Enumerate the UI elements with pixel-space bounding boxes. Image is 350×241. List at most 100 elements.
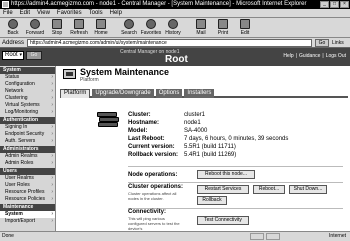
sidebar-section-authentication[interactable]: Authentication bbox=[0, 117, 55, 124]
app-header: Root Go Central Manager on node1 Root He… bbox=[0, 48, 350, 66]
sidebar-item-auth-servers[interactable]: Auth. Servers bbox=[0, 138, 55, 145]
restart-services-button[interactable]: Restart Services bbox=[197, 185, 249, 194]
info-label: Hostname: bbox=[128, 120, 160, 126]
reboot-node-button[interactable]: Reboot this node... bbox=[197, 170, 255, 179]
back-button[interactable]: Back bbox=[2, 18, 24, 38]
main-content: System Maintenance Platform Platform Upg… bbox=[57, 66, 350, 231]
forward-label: Forward bbox=[25, 30, 45, 36]
address-input[interactable]: https://admin4.acmegizmo.com/admin/ui/sy… bbox=[27, 38, 313, 47]
shut-down-button[interactable]: Shut Down... bbox=[289, 185, 327, 194]
sidebar-item-endpoint-security[interactable]: Endpoint Security bbox=[0, 131, 55, 138]
sidebar-section-system[interactable]: System bbox=[0, 67, 55, 74]
tab-platform[interactable]: Platform bbox=[60, 89, 91, 98]
favorites-label: Favorites bbox=[140, 30, 162, 36]
tab-installers[interactable]: Installers bbox=[184, 89, 215, 98]
node-operations-label: Node operations: bbox=[128, 172, 178, 178]
address-go-button[interactable]: Go bbox=[315, 38, 330, 47]
header-title: Root bbox=[165, 54, 188, 65]
guidance-link[interactable]: Guidance bbox=[299, 53, 320, 59]
menu-view[interactable]: View bbox=[37, 9, 50, 17]
sidebar-item-clustering[interactable]: Clustering bbox=[0, 95, 55, 102]
sidebar-item-user-roles[interactable]: User Roles bbox=[0, 182, 55, 189]
tab-options[interactable]: Options bbox=[155, 89, 183, 98]
sidebar-section-maintenance[interactable]: Maintenance bbox=[0, 204, 55, 211]
history-button[interactable]: History bbox=[162, 18, 184, 38]
menu-favorites[interactable]: Favorites bbox=[57, 9, 82, 17]
sidebar-item-admin-roles[interactable]: Admin Roles bbox=[0, 160, 55, 167]
sidebar-item-configuration[interactable]: Configuration bbox=[0, 81, 55, 88]
rollback-button[interactable]: Rollback bbox=[197, 196, 227, 205]
edit-button[interactable]: Edit bbox=[234, 18, 256, 38]
print-button[interactable]: Print bbox=[212, 18, 234, 38]
printer-icon bbox=[218, 19, 228, 29]
internet-zone: Internet bbox=[329, 233, 346, 239]
home-icon bbox=[96, 19, 106, 29]
sign-out-link[interactable]: Logs Out bbox=[326, 53, 346, 59]
sidebar-item-admin-realms[interactable]: Admin Realms bbox=[0, 153, 55, 160]
info-value: SA-4000 bbox=[184, 128, 208, 134]
maximize-button[interactable]: □ bbox=[330, 1, 339, 8]
menu-edit[interactable]: Edit bbox=[20, 9, 30, 17]
info-row-hostname: Hostname: node1 bbox=[128, 119, 288, 127]
browser-toolbar: Back Forward Stop Refresh Home Search Fa… bbox=[0, 18, 350, 38]
server-unit bbox=[98, 122, 118, 127]
sidebar-item-signing-in[interactable]: Signing In bbox=[0, 124, 55, 131]
connectivity-label: Connectivity: bbox=[128, 209, 167, 215]
help-link[interactable]: Help bbox=[283, 53, 293, 59]
device-go-button[interactable]: Go bbox=[26, 51, 42, 60]
test-connectivity-button[interactable]: Test Connectivity bbox=[197, 216, 249, 225]
close-button[interactable]: × bbox=[340, 1, 349, 8]
favorites-button[interactable]: Favorites bbox=[140, 18, 162, 38]
stop-button[interactable]: Stop bbox=[46, 18, 68, 38]
home-button[interactable]: Home bbox=[90, 18, 112, 38]
search-icon bbox=[124, 19, 134, 29]
star-icon bbox=[146, 19, 156, 29]
info-value: 5.5R1 (build 11711) bbox=[184, 144, 236, 150]
sidebar-item-resource-policies[interactable]: Resource Policies bbox=[0, 196, 55, 203]
tab-upgrade-downgrade[interactable]: Upgrade/Downgrade bbox=[92, 89, 154, 98]
sidebar-item-system[interactable]: System bbox=[0, 211, 55, 218]
info-row-cluster: Cluster: cluster1 bbox=[128, 111, 288, 119]
info-row-current-version: Current version: 5.5R1 (build 11711) bbox=[128, 143, 288, 151]
reboot-cluster-button[interactable]: Reboot... bbox=[253, 185, 285, 194]
sidebar-item-import-export[interactable]: Import/Export bbox=[0, 218, 55, 225]
status-pane bbox=[250, 233, 264, 240]
sidebar-item-virtual-systems[interactable]: Virtual Systems bbox=[0, 102, 55, 109]
home-label: Home bbox=[94, 30, 108, 36]
back-label: Back bbox=[7, 30, 19, 36]
forward-button[interactable]: Forward bbox=[24, 18, 46, 38]
info-row-model: Model: SA-4000 bbox=[128, 127, 288, 135]
window-title: https://admin4.acmegizmo.com - node1 - C… bbox=[11, 1, 307, 7]
address-bar: Address https://admin4.acmegizmo.com/adm… bbox=[0, 38, 350, 48]
sidebar-item-resource-profiles[interactable]: Resource Profiles bbox=[0, 189, 55, 196]
menu-file[interactable]: File bbox=[3, 9, 13, 17]
maintenance-icon bbox=[63, 69, 76, 79]
sidebar-item-user-realms[interactable]: User Realms bbox=[0, 175, 55, 182]
history-icon bbox=[168, 19, 178, 29]
info-label: Cluster: bbox=[128, 112, 151, 118]
device-select[interactable]: Root bbox=[2, 51, 24, 60]
page-title: System Maintenance bbox=[80, 67, 170, 77]
refresh-button[interactable]: Refresh bbox=[68, 18, 90, 38]
sidebar-item-log-monitoring[interactable]: Log/Monitoring bbox=[0, 109, 55, 116]
stop-icon bbox=[52, 19, 62, 29]
info-label: Last Reboot: bbox=[128, 136, 165, 142]
info-value: node1 bbox=[184, 120, 201, 126]
sidebar-item-status[interactable]: Status bbox=[0, 74, 55, 81]
status-bar: Done Internet bbox=[0, 231, 350, 241]
sidebar-section-users[interactable]: Users bbox=[0, 168, 55, 175]
server-icon bbox=[97, 112, 121, 128]
sidebar-item-network[interactable]: Network bbox=[0, 88, 55, 95]
mail-icon bbox=[196, 19, 206, 29]
edit-icon bbox=[240, 19, 250, 29]
edit-label: Edit bbox=[240, 30, 250, 36]
link-separator: | bbox=[322, 53, 324, 59]
links-button[interactable]: Links bbox=[332, 40, 344, 46]
mail-button[interactable]: Mail bbox=[190, 18, 212, 38]
menu-tools[interactable]: Tools bbox=[89, 9, 103, 17]
search-button[interactable]: Search bbox=[118, 18, 140, 38]
minimize-button[interactable]: _ bbox=[320, 1, 329, 8]
menu-help[interactable]: Help bbox=[110, 9, 122, 17]
ie-app-icon bbox=[2, 1, 9, 8]
sidebar-section-administrators[interactable]: Administrators bbox=[0, 146, 55, 153]
